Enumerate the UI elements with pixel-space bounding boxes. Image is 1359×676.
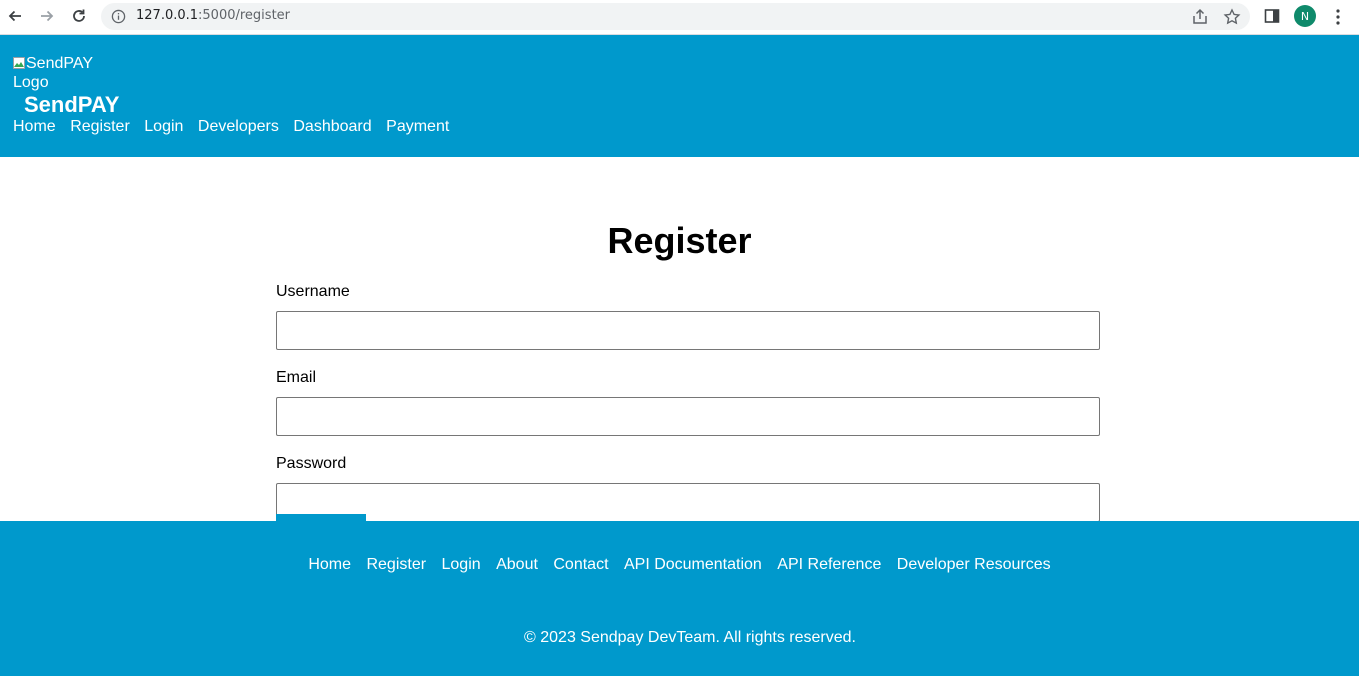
email-input[interactable] [276,397,1100,436]
logo-image-broken: SendPAY Logo [13,54,103,92]
password-label: Password [276,455,347,472]
forward-button[interactable] [37,6,57,26]
nav-link-dashboard[interactable]: Dashboard [293,118,371,136]
nav-link-payment[interactable]: Payment [386,118,449,136]
nav-link-login[interactable]: Login [144,118,183,136]
arrow-left-icon [8,10,21,22]
email-label: Email [276,369,317,386]
footer-link-api-documentation[interactable]: API Documentation [624,556,762,573]
footer-link-contact[interactable]: Contact [553,556,608,573]
url-path: :5000/register [198,8,291,23]
url-host: 127.0.0.1 [136,8,199,23]
page-title: Register [607,220,752,261]
url-text: 127.0.0.1:5000/register [136,8,290,23]
profile-avatar[interactable]: N [1294,5,1316,27]
reload-icon [73,9,85,22]
info-icon[interactable] [111,9,126,24]
reload-button[interactable] [69,6,89,26]
footer-link-developer-resources[interactable]: Developer Resources [897,556,1051,573]
brand-name[interactable]: SendPAY [24,92,119,118]
copyright-text: © 2023 Sendpay DevTeam. All rights reser… [524,629,856,646]
password-input[interactable] [276,483,1100,522]
site-header: SendPAY Logo SendPAY Home Register Login… [0,35,1359,157]
more-menu-icon[interactable] [1330,8,1346,26]
back-button[interactable] [5,6,25,26]
footer-link-register[interactable]: Register [366,556,426,573]
footer-link-api-reference[interactable]: API Reference [777,556,881,573]
arrow-right-icon [41,10,54,22]
address-bar[interactable]: 127.0.0.1:5000/register [101,3,1250,30]
broken-image-icon [13,57,25,69]
site-footer: Home Register Login About Contact API Do… [0,521,1359,676]
main-nav: Home Register Login Developers Dashboard… [13,118,464,136]
browser-toolbar: 127.0.0.1:5000/register N [0,0,1359,35]
username-input[interactable] [276,311,1100,350]
footer-link-about[interactable]: About [496,556,538,573]
nav-link-developers[interactable]: Developers [198,118,279,136]
footer-link-home[interactable]: Home [308,556,351,573]
side-panel-icon[interactable] [1264,8,1280,24]
register-form: Username Email Password [276,282,1100,540]
username-label: Username [276,283,350,300]
footer-nav: Home Register Login About Contact API Do… [0,556,1359,574]
nav-link-register[interactable]: Register [70,118,130,136]
bookmark-star-icon[interactable] [1223,8,1241,26]
nav-link-home[interactable]: Home [13,118,56,136]
share-icon[interactable] [1191,8,1209,26]
footer-link-login[interactable]: Login [442,556,481,573]
